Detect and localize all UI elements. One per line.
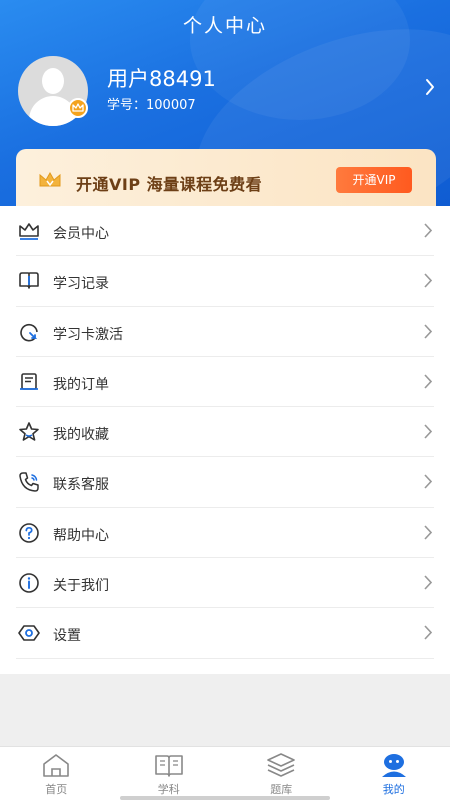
chevron-right-icon bbox=[424, 374, 433, 393]
activate-icon bbox=[18, 321, 40, 343]
subject-icon bbox=[154, 752, 184, 782]
vip-crown-badge-icon bbox=[68, 98, 88, 118]
menu-item-help-center[interactable]: 帮助中心 bbox=[0, 508, 450, 559]
menu-item-settings[interactable]: 设置 bbox=[0, 608, 450, 659]
chevron-right-icon bbox=[424, 625, 433, 644]
tab-label: 学科 bbox=[157, 783, 180, 796]
book-icon bbox=[18, 270, 40, 292]
profile-chevron-right-icon[interactable] bbox=[425, 78, 435, 100]
chevron-right-icon bbox=[424, 525, 433, 544]
page-title: 个人中心 bbox=[182, 15, 267, 37]
open-vip-button[interactable]: 开通VIP bbox=[336, 167, 412, 193]
star-icon bbox=[18, 421, 40, 443]
settings-icon bbox=[18, 622, 40, 644]
menu-item-card-activation[interactable]: 学习卡激活 bbox=[0, 307, 450, 357]
menu-item-study-record[interactable]: 学习记录 bbox=[0, 256, 450, 307]
menu-item-customer-service[interactable]: 联系客服 bbox=[0, 457, 450, 508]
menu-item-my-orders[interactable]: 我的订单 bbox=[0, 357, 450, 408]
menu-list: 会员中心 学习记录 学习卡激活 我的订单 我的收藏 联系客服 帮助中心 关于我们… bbox=[0, 206, 450, 674]
menu-item-label: 学习卡激活 bbox=[53, 326, 123, 343]
menu-item-member-center[interactable]: 会员中心 bbox=[0, 206, 450, 257]
home-icon bbox=[41, 752, 71, 782]
phone-icon bbox=[18, 471, 40, 493]
tab-question-bank[interactable]: 题库 bbox=[225, 747, 338, 800]
info-icon bbox=[18, 572, 40, 594]
vip-banner[interactable]: 开通VIP 海量课程免费看 开通VIP bbox=[16, 149, 436, 206]
chevron-right-icon bbox=[424, 575, 433, 594]
tab-label: 首页 bbox=[45, 783, 68, 796]
chevron-right-icon bbox=[424, 474, 433, 493]
vip-promo-text: 开通VIP 海量课程免费看 bbox=[76, 175, 263, 194]
bottom-tab-bar: 首页 学科 题库 我的 bbox=[0, 746, 450, 800]
chevron-right-icon bbox=[424, 424, 433, 443]
chevron-right-icon bbox=[424, 273, 433, 292]
tab-subject[interactable]: 学科 bbox=[113, 747, 226, 800]
menu-item-about-us[interactable]: 关于我们 bbox=[0, 558, 450, 609]
profile-icon bbox=[379, 752, 409, 782]
student-id: 学号：100007 bbox=[107, 98, 196, 113]
tab-label: 我的 bbox=[382, 783, 405, 796]
order-icon bbox=[18, 371, 40, 393]
menu-item-my-favorites[interactable]: 我的收藏 bbox=[0, 407, 450, 458]
menu-item-label: 会员中心 bbox=[53, 226, 109, 242]
menu-item-label: 联系客服 bbox=[53, 477, 109, 494]
help-icon bbox=[18, 522, 40, 544]
menu-item-label: 设置 bbox=[53, 628, 81, 645]
tab-home[interactable]: 首页 bbox=[0, 747, 113, 800]
username: 用户88491 bbox=[107, 67, 216, 91]
home-indicator bbox=[120, 796, 330, 800]
chevron-right-icon bbox=[424, 223, 433, 242]
tab-mine[interactable]: 我的 bbox=[338, 747, 450, 800]
chevron-right-icon bbox=[424, 324, 433, 343]
vip-crown-icon bbox=[38, 171, 62, 193]
crown-icon bbox=[18, 220, 40, 242]
menu-item-label: 关于我们 bbox=[53, 578, 109, 595]
menu-item-label: 学习记录 bbox=[53, 276, 109, 293]
menu-item-label: 我的订单 bbox=[53, 376, 109, 393]
tab-label: 题库 bbox=[270, 783, 293, 796]
layers-icon bbox=[266, 752, 296, 782]
menu-item-label: 帮助中心 bbox=[53, 527, 109, 544]
menu-item-label: 我的收藏 bbox=[53, 427, 109, 444]
